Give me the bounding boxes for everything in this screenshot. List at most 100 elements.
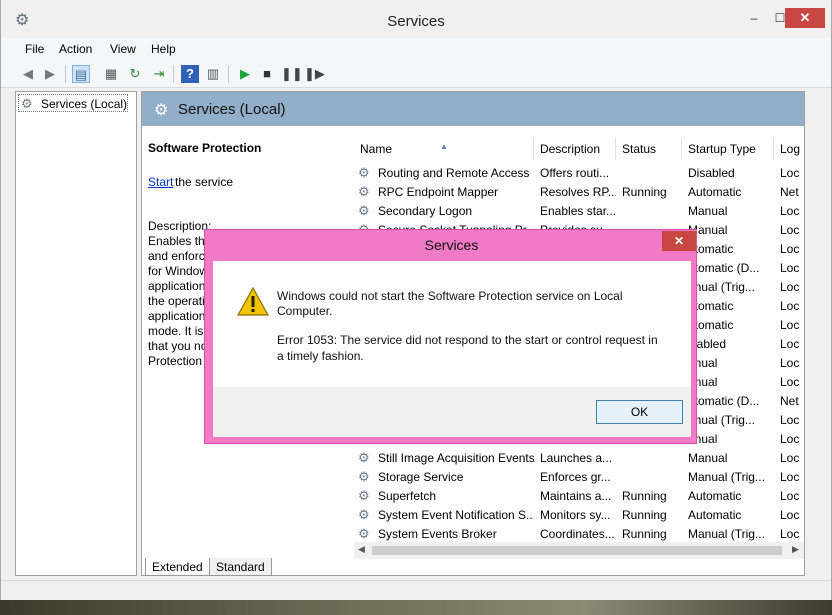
cell-startup-type: isabled bbox=[688, 337, 727, 351]
column-header-log-on-as[interactable]: Log bbox=[774, 138, 804, 160]
cell-description: Maintains a... bbox=[540, 489, 612, 503]
table-row[interactable]: ⚙ Secondary Logon Enables star... Manual Loc bbox=[354, 202, 804, 221]
cell-startup-type: Manual bbox=[688, 223, 728, 237]
service-gear-icon: ⚙ bbox=[358, 184, 370, 199]
dialog-close-button[interactable]: ✕ bbox=[662, 231, 696, 251]
cell-name: RPC Endpoint Mapper bbox=[378, 185, 499, 199]
description-line: that you no bbox=[148, 339, 208, 353]
action-pane-icon[interactable]: ▥ bbox=[204, 65, 222, 83]
table-row[interactable]: ⚙ RPC Endpoint Mapper Resolves RP... Runnin… bbox=[354, 183, 804, 202]
service-gear-icon: ⚙ bbox=[358, 203, 370, 218]
show-hide-console-tree-icon[interactable]: ▤ bbox=[72, 65, 90, 83]
cell-name: Secondary Logon bbox=[378, 204, 473, 218]
forward-arrow-icon[interactable]: ▶ bbox=[41, 65, 59, 83]
table-row[interactable]: ⚙ Still Image Acquisition Events Launches … bbox=[354, 449, 804, 468]
dialog-footer: OK bbox=[213, 387, 691, 437]
tab-extended[interactable]: Extended bbox=[145, 558, 210, 576]
refresh-icon[interactable]: ↻ bbox=[126, 65, 144, 83]
description-line: and enforc bbox=[148, 249, 205, 263]
scroll-right-icon[interactable]: ▶ bbox=[792, 544, 799, 555]
tree-item-services-local[interactable]: ⚙ Services (Local) bbox=[18, 94, 128, 112]
toolbar: ◀ ▶ ▤ ▦ ↻ ⇥ ? ▥ ▶ ■ ❚❚ ❚▶ bbox=[1, 60, 831, 88]
close-button[interactable]: ✕ bbox=[785, 8, 825, 28]
cell-name: Superfetch bbox=[378, 489, 437, 503]
ok-button[interactable]: OK bbox=[596, 400, 683, 424]
cell-description: Enforces gr... bbox=[540, 470, 611, 484]
cell-startup-type: anual bbox=[688, 375, 718, 389]
menu-view[interactable]: View bbox=[110, 42, 136, 56]
dialog-message-line: Computer. bbox=[277, 304, 333, 318]
column-header-status[interactable]: Status bbox=[616, 138, 682, 160]
scroll-left-icon[interactable]: ◀ bbox=[358, 544, 365, 555]
column-header-startup-type[interactable]: Startup Type bbox=[682, 138, 774, 160]
export-list-icon[interactable]: ⇥ bbox=[150, 65, 168, 83]
table-row[interactable]: ⚙ Storage Service Enforces gr... Manual (Tr… bbox=[354, 468, 804, 487]
tab-standard[interactable]: Standard bbox=[209, 558, 272, 576]
table-row[interactable]: ⚙ Routing and Remote Access Offers routi..… bbox=[354, 164, 804, 183]
dialog-message-line: Error 1053: The service did not respond … bbox=[277, 333, 658, 347]
horizontal-scrollbar[interactable]: ◀ ▶ bbox=[354, 542, 804, 559]
properties-icon[interactable]: ▦ bbox=[102, 65, 120, 83]
warning-icon bbox=[237, 287, 269, 316]
cell-log-on-as: Loc bbox=[780, 432, 800, 446]
resume-service-icon[interactable]: ❚▶ bbox=[304, 65, 325, 83]
menu-file[interactable]: File bbox=[25, 42, 44, 56]
dialog-body: Windows could not start the Software Pro… bbox=[213, 261, 691, 437]
pane-header: ⚙ Services (Local) bbox=[142, 92, 804, 126]
cell-log-on-as: Loc bbox=[780, 318, 800, 332]
description-line: mode. It is bbox=[148, 324, 204, 338]
start-service-link[interactable]: Start bbox=[148, 175, 173, 189]
help-icon[interactable]: ? bbox=[181, 65, 199, 83]
table-row[interactable]: ⚙ Superfetch Maintains a... Running Automati… bbox=[354, 487, 804, 506]
cell-status: Running bbox=[622, 527, 667, 541]
cell-startup-type: utomatic bbox=[688, 242, 734, 256]
dialog-message-line: Windows could not start the Software Pro… bbox=[277, 289, 623, 303]
pane-title: Services (Local) bbox=[178, 101, 286, 118]
cell-log-on-as: Loc bbox=[780, 242, 800, 256]
cell-status: Running bbox=[622, 185, 667, 199]
dialog-title: Services bbox=[424, 237, 479, 253]
cell-name: Still Image Acquisition Events bbox=[378, 451, 534, 465]
scrollbar-thumb[interactable] bbox=[372, 546, 782, 555]
column-header-name[interactable]: ▲ Name bbox=[354, 138, 534, 160]
description-label: Description: bbox=[148, 219, 212, 233]
cell-log-on-as: Loc bbox=[780, 356, 800, 370]
menu-action[interactable]: Action bbox=[59, 42, 92, 56]
menu-help[interactable]: Help bbox=[151, 42, 176, 56]
error-dialog: Services ✕ Windows could not start the S… bbox=[204, 229, 697, 444]
table-row[interactable]: ⚙ System Event Notification S... Monitors … bbox=[354, 506, 804, 525]
cell-log-on-as: Loc bbox=[780, 451, 800, 465]
pause-service-icon[interactable]: ❚❚ bbox=[281, 65, 303, 83]
description-line: Enables the bbox=[148, 234, 212, 248]
service-gear-icon: ⚙ bbox=[358, 507, 370, 522]
dialog-message-line: a timely fashion. bbox=[277, 349, 364, 363]
cell-log-on-as: Loc bbox=[780, 527, 800, 541]
cell-name: Routing and Remote Access bbox=[378, 166, 530, 180]
column-header-label: Name bbox=[360, 142, 393, 156]
toolbar-separator bbox=[173, 65, 174, 83]
cell-log-on-as: Loc bbox=[780, 470, 800, 484]
service-gear-icon: ⚙ bbox=[358, 450, 370, 465]
cell-name: Storage Service bbox=[378, 470, 464, 484]
cell-log-on-as: Net bbox=[780, 394, 799, 408]
cell-startup-type: Disabled bbox=[688, 166, 735, 180]
view-tabs: Extended Standard bbox=[141, 557, 341, 577]
console-tree: ⚙ Services (Local) bbox=[15, 91, 137, 576]
cell-description: Enables star... bbox=[540, 204, 616, 218]
start-service-icon[interactable]: ▶ bbox=[236, 65, 254, 83]
cell-startup-type: anual bbox=[688, 432, 718, 446]
description-line: for Window bbox=[148, 264, 209, 278]
description-line: application bbox=[148, 309, 206, 323]
cell-startup-type: Manual (Trig... bbox=[688, 527, 765, 541]
cell-status: Running bbox=[622, 508, 667, 522]
cell-startup-type: Automatic bbox=[688, 508, 742, 522]
minimize-button[interactable]: – bbox=[741, 8, 767, 28]
back-arrow-icon[interactable]: ◀ bbox=[19, 65, 37, 83]
title-bar[interactable]: ⚙ Services – ☐ ✕ bbox=[1, 0, 831, 38]
stop-service-icon[interactable]: ■ bbox=[258, 65, 276, 83]
cell-startup-type: Automatic bbox=[688, 185, 742, 199]
cell-description: Coordinates... bbox=[540, 527, 615, 541]
cell-log-on-as: Loc bbox=[780, 337, 800, 351]
service-gear-icon: ⚙ bbox=[358, 469, 370, 484]
column-header-description[interactable]: Description bbox=[534, 138, 616, 160]
